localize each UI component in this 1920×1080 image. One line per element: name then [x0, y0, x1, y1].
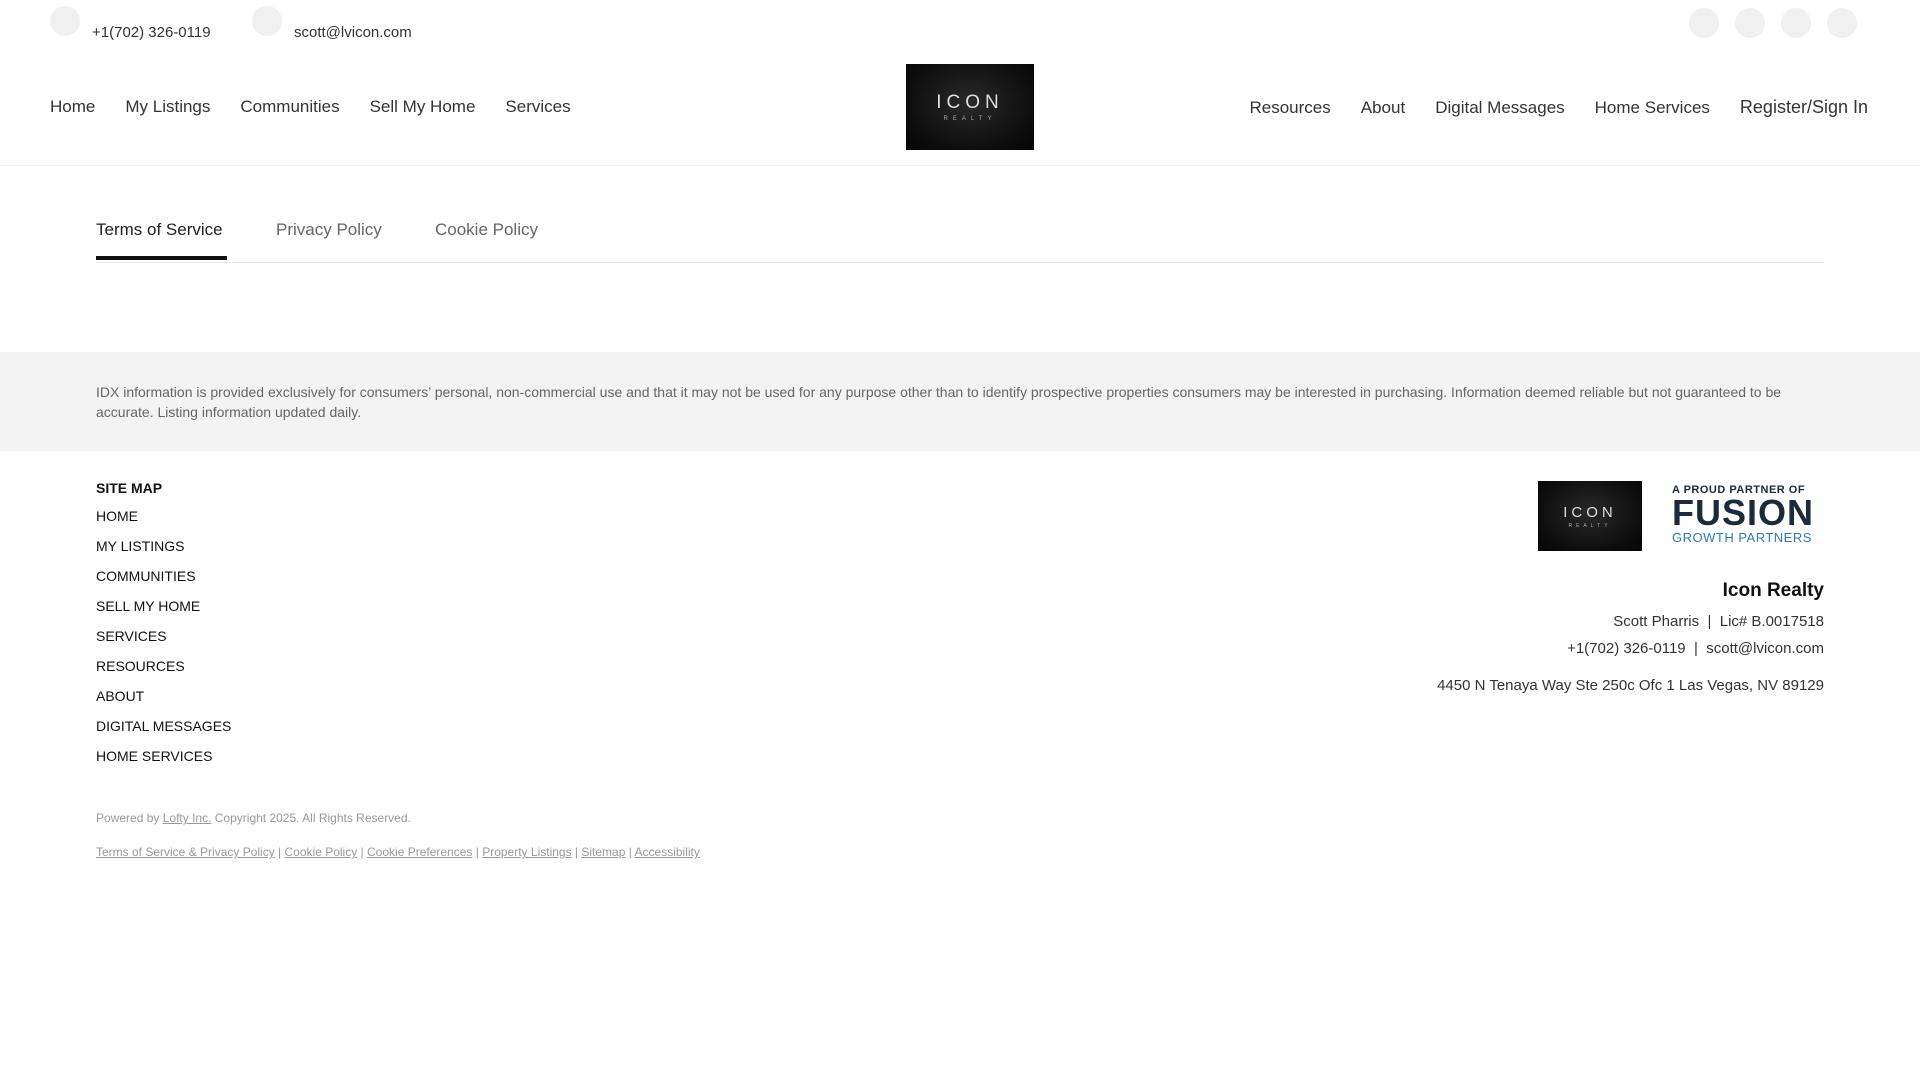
email-text[interactable]: scott@lvicon.com [294, 24, 412, 41]
footer-legal-links: Terms of Service & Privacy Policy | Cook… [96, 845, 700, 859]
sitemap-title: SITE MAP [96, 480, 163, 496]
footer-sitemap: SITE MAP HOME MY LISTINGS COMMUNITIES SE… [96, 480, 231, 776]
powered-prefix: Powered by [96, 811, 160, 825]
sitemap-resources[interactable]: RESOURCES [96, 656, 231, 686]
nav-home-services[interactable]: Home Services [1595, 98, 1710, 118]
social-icon-4[interactable] [1827, 8, 1857, 38]
accessibility-link[interactable]: Accessibility [635, 845, 700, 859]
property-listings-link[interactable]: Property Listings [482, 845, 571, 859]
footer-logo: ICON REALTY [1538, 481, 1642, 551]
email-icon [252, 5, 282, 36]
social-icon-3[interactable] [1781, 8, 1811, 38]
nav-home[interactable]: Home [50, 97, 95, 117]
nav-digital-messages[interactable]: Digital Messages [1435, 98, 1564, 118]
agent-info: Scott Pharris | Lic# B.0017518 [1613, 613, 1824, 630]
sitemap-communities[interactable]: COMMUNITIES [96, 566, 231, 596]
nav-about[interactable]: About [1361, 98, 1405, 118]
sitemap-sell-my-home[interactable]: SELL MY HOME [96, 596, 231, 626]
email-contact[interactable]: scott@lvicon.com [252, 5, 412, 41]
site-logo[interactable]: ICON REALTY [906, 64, 1034, 150]
sitemap-services[interactable]: SERVICES [96, 626, 231, 656]
footer-contact: +1(702) 326-0119 | scott@lvicon.com [1567, 640, 1824, 657]
cookie-policy-link[interactable]: Cookie Policy [285, 845, 358, 859]
sitemap-home-services[interactable]: HOME SERVICES [96, 746, 231, 776]
header-divider [0, 165, 1920, 166]
footer-logo-main: ICON [1563, 503, 1617, 521]
sitemap-digital-messages[interactable]: DIGITAL MESSAGES [96, 716, 231, 746]
tab-terms-of-service[interactable]: Terms of Service [96, 220, 223, 240]
cookie-preferences-link[interactable]: Cookie Preferences [367, 845, 472, 859]
disclaimer-text: IDX information is provided exclusively … [96, 384, 1782, 420]
footer-address: 4450 N Tenaya Way Ste 250c Ofc 1 Las Veg… [1437, 677, 1824, 694]
phone-icon [50, 5, 80, 36]
idx-disclaimer: IDX information is provided exclusively … [0, 352, 1920, 451]
powered-by: Powered by Lofty Inc. Copyright 2025. Al… [96, 811, 411, 825]
sitemap-my-listings[interactable]: MY LISTINGS [96, 536, 231, 566]
agent-name: Scott Pharris [1613, 613, 1700, 630]
register-sign-in-link[interactable]: Register/Sign In [1740, 97, 1868, 118]
tab-privacy-policy[interactable]: Privacy Policy [276, 220, 382, 240]
footer-email[interactable]: scott@lvicon.com [1706, 640, 1824, 657]
nav-communities[interactable]: Communities [240, 97, 339, 117]
license-number: Lic# B.0017518 [1719, 613, 1824, 630]
logo-main-text: ICON [936, 92, 1004, 113]
nav-resources[interactable]: Resources [1250, 98, 1331, 118]
footer-phone[interactable]: +1(702) 326-0119 [1567, 640, 1686, 657]
nav-sell-my-home[interactable]: Sell My Home [370, 97, 476, 117]
main-nav: Home My Listings Communities Sell My Hom… [0, 64, 1920, 152]
company-name: Icon Realty [1722, 580, 1824, 601]
nav-services[interactable]: Services [505, 97, 570, 117]
terms-privacy-link[interactable]: Terms of Service & Privacy Policy [96, 845, 275, 859]
sitemap-home[interactable]: HOME [96, 506, 231, 536]
sitemap-link[interactable]: Sitemap [581, 845, 625, 859]
phone-contact[interactable]: +1(702) 326-0119 [50, 5, 211, 41]
policy-tabs: Terms of Service Privacy Policy Cookie P… [96, 210, 1824, 263]
nav-my-listings[interactable]: My Listings [125, 97, 210, 117]
copyright-text: Copyright 2025. All Rights Reserved. [214, 811, 411, 825]
lofty-link[interactable]: Lofty Inc. [163, 811, 212, 825]
sitemap-about[interactable]: ABOUT [96, 686, 231, 716]
active-tab-indicator [96, 256, 227, 260]
nav-left: Home My Listings Communities Sell My Hom… [50, 97, 571, 117]
social-icon-1[interactable] [1689, 8, 1719, 38]
social-icon-2[interactable] [1735, 8, 1765, 38]
tab-cookie-policy[interactable]: Cookie Policy [435, 220, 538, 240]
phone-text[interactable]: +1(702) 326-0119 [92, 24, 211, 41]
top-bar: +1(702) 326-0119 scott@lvicon.com [0, 0, 1920, 60]
nav-right: Resources About Digital Messages Home Se… [1250, 97, 1869, 118]
footer-logo-sub: REALTY [1568, 522, 1612, 529]
fusion-bottom-text: GROWTH PARTNERS [1672, 530, 1812, 545]
social-links [1689, 8, 1857, 38]
fusion-partner-logo: A PROUD PARTNER OF FUSION GROWTH PARTNER… [1672, 484, 1824, 550]
fusion-main-text: FUSION [1672, 492, 1815, 533]
logo-sub-text: REALTY [943, 116, 997, 122]
